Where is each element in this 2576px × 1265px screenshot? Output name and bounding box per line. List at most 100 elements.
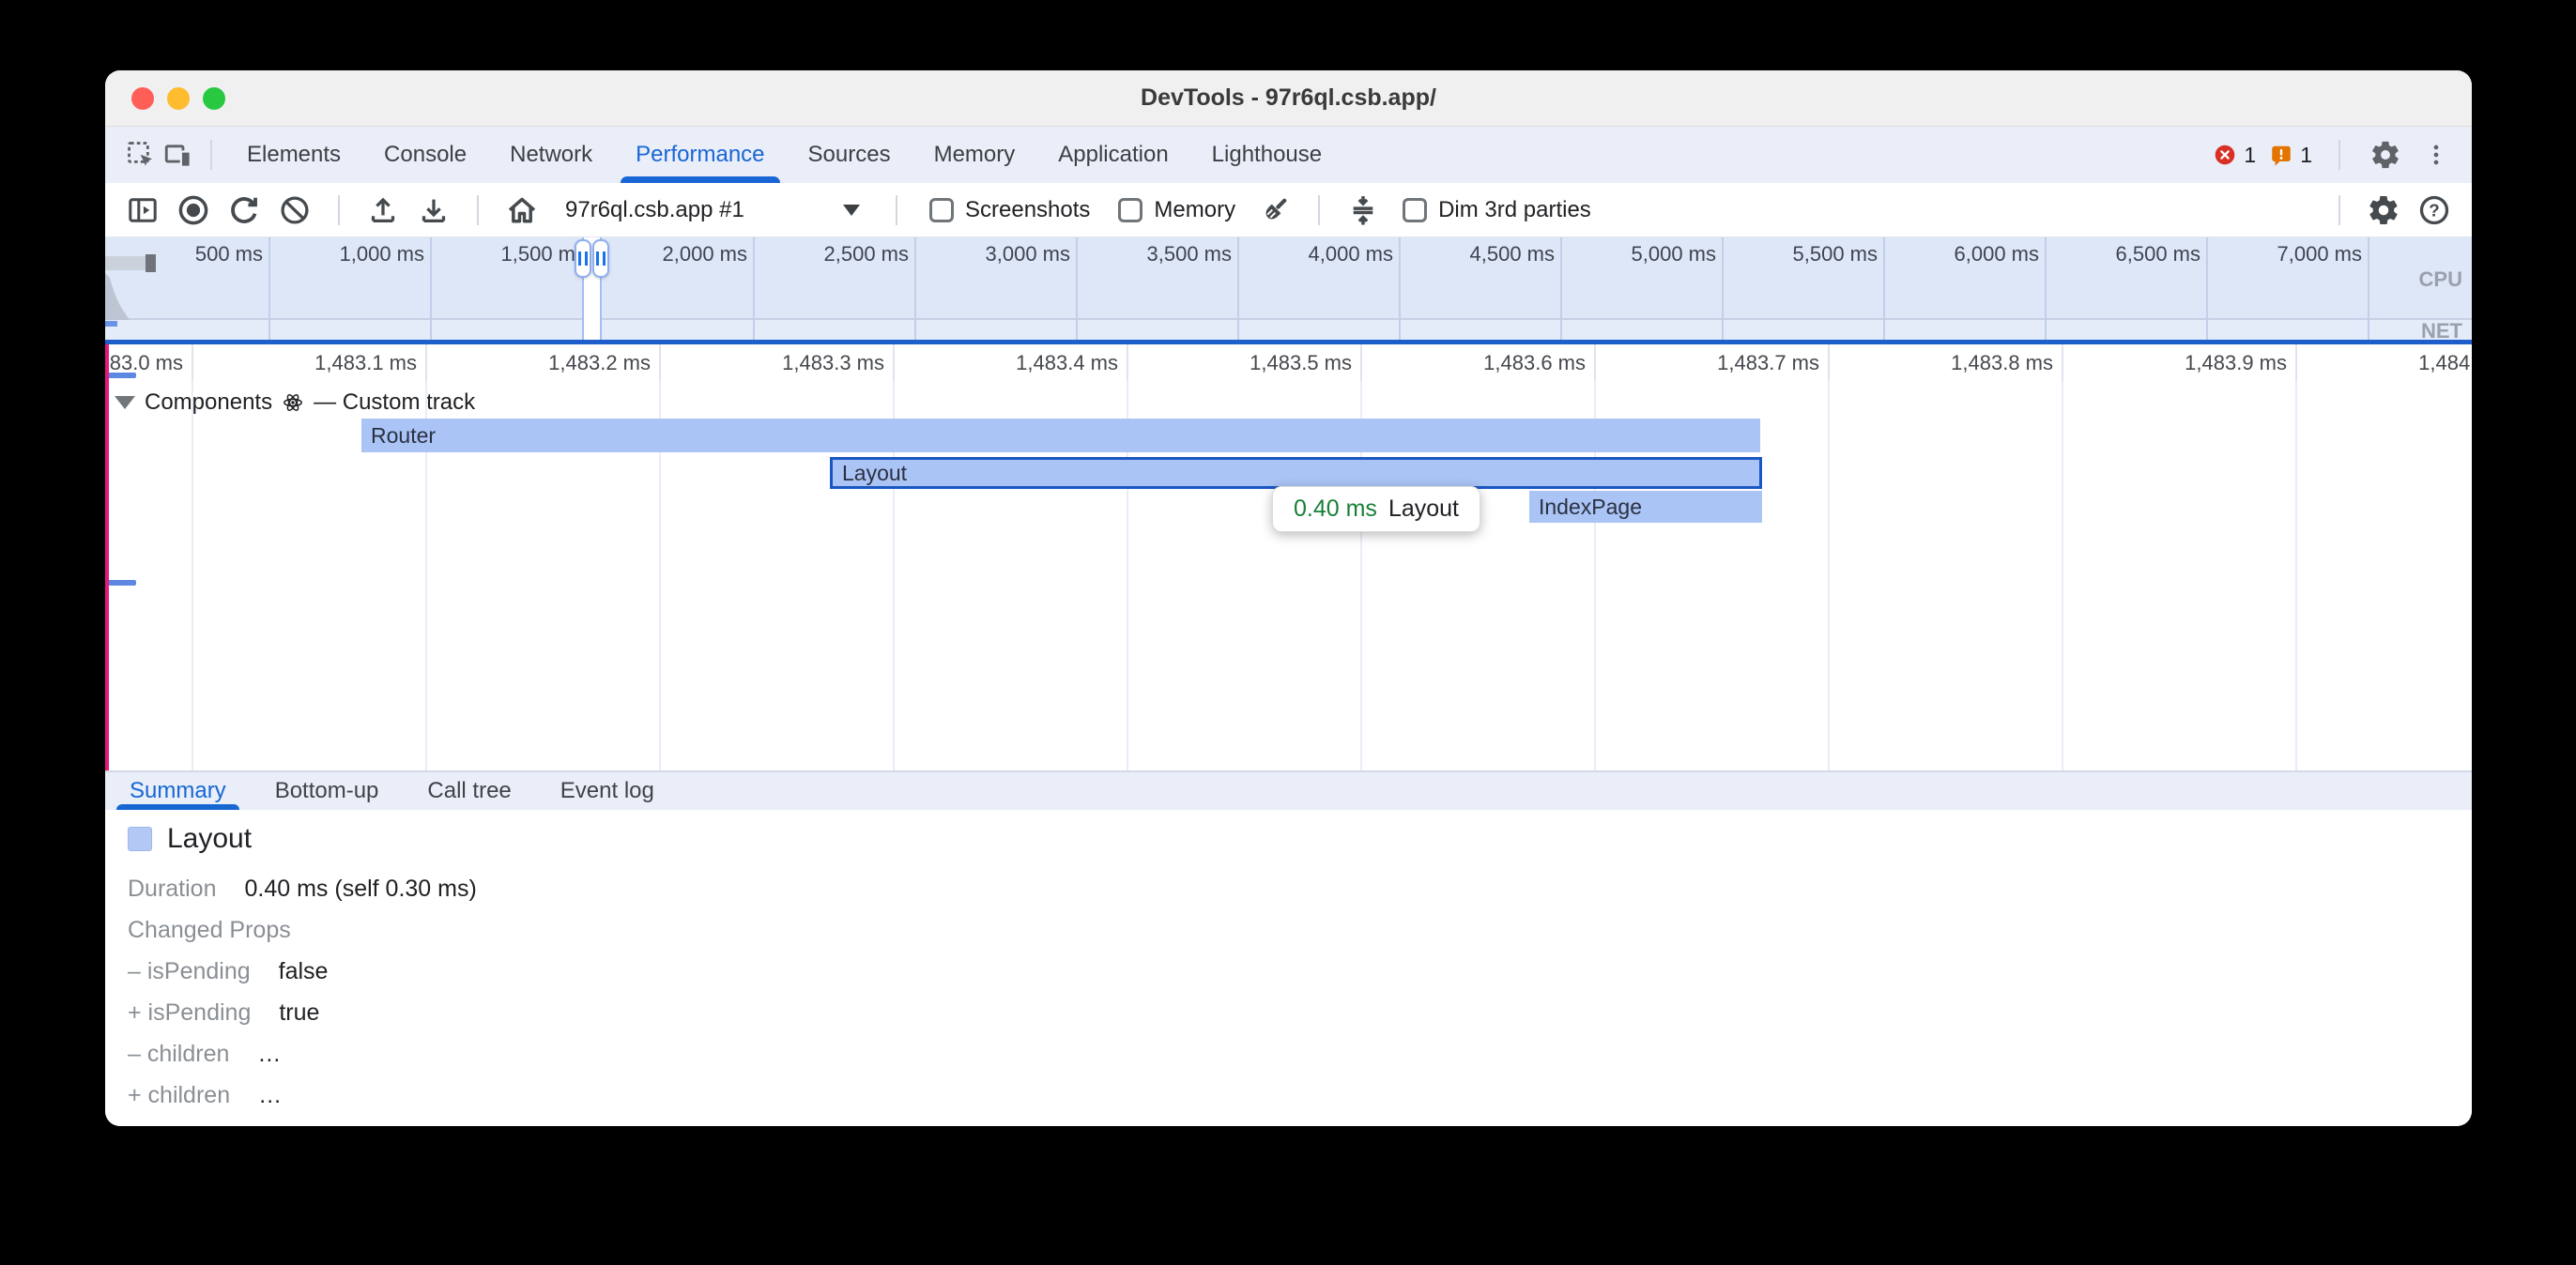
ruler-gridline <box>2295 344 2297 381</box>
detail-time-ruler: 1,483.0 ms1,483.1 ms1,483.2 ms1,483.3 ms… <box>105 344 2472 381</box>
summary-row-value: true <box>279 999 319 1027</box>
summary-row-label: Changed Props <box>128 917 291 944</box>
selection-right-grip[interactable] <box>592 239 609 278</box>
summary-row: Changed Props <box>128 909 2472 951</box>
dim-3rd-parties-label: Dim 3rd parties <box>1438 197 1591 223</box>
details-tab-call-tree[interactable]: Call tree <box>427 772 511 810</box>
upload-profile-icon[interactable] <box>362 190 404 231</box>
minimap-gridline <box>2045 237 2047 340</box>
divider <box>338 195 340 225</box>
minimap-gridline <box>914 237 916 340</box>
flame-gridline <box>1828 381 1830 770</box>
summary-row-value[interactable]: … <box>258 1082 282 1109</box>
flame-bar-router[interactable]: Router <box>361 419 1760 452</box>
minimap-gridline <box>753 237 755 340</box>
settings-gear-icon[interactable] <box>2367 136 2404 174</box>
devtools-window: DevTools - 97r6ql.csb.app/ ElementsConso… <box>105 70 2472 1126</box>
tab-elements[interactable]: Elements <box>247 127 341 183</box>
history-selector[interactable]: 97r6ql.csb.app #1 <box>558 197 867 223</box>
ruler-tick-label: 1,484.0 ms <box>2418 351 2472 375</box>
details-tabbar: Summary Bottom-up Call tree Event log <box>105 770 2472 810</box>
minimap-network-request <box>105 321 117 327</box>
collect-garbage-icon[interactable] <box>1254 190 1296 231</box>
ruler-tick-label: 1,483.1 ms <box>314 351 417 375</box>
minimap-gridline <box>1237 237 1239 340</box>
show-sidebar-icon[interactable] <box>122 190 163 231</box>
ruler-tick-label: 1,483.7 ms <box>1717 351 1819 375</box>
minimap-cpu-activity <box>105 273 130 320</box>
summary-row-value: false <box>279 958 329 985</box>
minimap-gridline <box>2206 237 2208 340</box>
minimap-tick-label: 6,000 ms <box>1955 242 2040 267</box>
tab-network[interactable]: Network <box>510 127 592 183</box>
summary-row-label: – isPending <box>128 958 251 985</box>
record-button[interactable] <box>173 190 214 231</box>
minimap-gridline <box>1399 237 1401 340</box>
tab-lighthouse[interactable]: Lighthouse <box>1212 127 1322 183</box>
minimap-gridline <box>1076 237 1078 340</box>
tab-sources[interactable]: Sources <box>808 127 891 183</box>
summary-row-label: Duration <box>128 876 217 903</box>
live-metrics-home-icon[interactable] <box>501 190 543 231</box>
summary-row: + isPendingtrue <box>128 992 2472 1033</box>
selection-left-grip[interactable] <box>575 239 591 278</box>
flame-bar-indexpage[interactable]: IndexPage <box>1529 491 1762 523</box>
download-profile-icon[interactable] <box>413 190 454 231</box>
collapse-tracks-icon[interactable] <box>1342 190 1384 231</box>
issues-badge[interactable]: 1 <box>2269 143 2312 168</box>
tab-memory[interactable]: Memory <box>934 127 1016 183</box>
details-tab-event-log[interactable]: Event log <box>560 772 654 810</box>
memory-checkbox[interactable] <box>1118 198 1142 222</box>
minimap-tick-label: 3,500 ms <box>1147 242 1233 267</box>
event-tooltip: 0.40 ms Layout <box>1272 486 1480 532</box>
timeline-minimap[interactable]: CPU NET 500 ms1,000 ms1,500 ms2,000 ms2,… <box>105 236 2472 340</box>
ruler-gridline <box>1594 344 1596 381</box>
details-tab-summary[interactable]: Summary <box>130 772 226 810</box>
collapse-track-triangle-icon[interactable] <box>115 396 135 409</box>
issue-count: 1 <box>2300 143 2312 168</box>
track-suffix: — Custom track <box>314 389 475 416</box>
clear-button[interactable] <box>274 190 315 231</box>
minimap-tick-label: 2,000 ms <box>663 242 748 267</box>
cpu-lane-label: CPU <box>2419 267 2462 292</box>
minimap-tick-label: 3,000 ms <box>986 242 1071 267</box>
more-options-icon[interactable] <box>2417 136 2455 174</box>
screenshots-checkbox[interactable] <box>929 198 954 222</box>
minimap-gridline <box>2368 237 2369 340</box>
minimap-tick-label: 500 ms <box>195 242 263 267</box>
summary-row-value[interactable]: … <box>257 1041 281 1068</box>
minimap-tick-label: 5,500 ms <box>1793 242 1878 267</box>
minimap-tick-label: 6,500 ms <box>2116 242 2201 267</box>
tooltip-duration: 0.40 ms <box>1294 495 1377 523</box>
tab-console[interactable]: Console <box>384 127 467 183</box>
minimap-tick-label: 2,500 ms <box>824 242 910 267</box>
summary-row-value: 0.40 ms (self 0.30 ms) <box>245 876 477 903</box>
custom-track-header: Components — Custom track <box>115 389 475 416</box>
tabbar-right: 1 1 <box>2213 136 2455 174</box>
device-toolbar-icon[interactable] <box>160 136 197 174</box>
ruler-gridline <box>893 344 895 381</box>
details-tab-bottom-up[interactable]: Bottom-up <box>275 772 379 810</box>
dim-3rd-parties-option: Dim 3rd parties <box>1403 197 1591 223</box>
minimap-selection-window[interactable] <box>582 237 602 340</box>
ruler-gridline <box>192 344 193 381</box>
tab-application[interactable]: Application <box>1058 127 1168 183</box>
inspect-element-icon[interactable] <box>122 136 160 174</box>
minimap-tick-label: 7,000 ms <box>2277 242 2363 267</box>
minimap-tick-label: 1,000 ms <box>340 242 425 267</box>
tab-performance[interactable]: Performance <box>636 127 764 183</box>
capture-settings-gear-icon[interactable] <box>2363 190 2404 231</box>
history-selector-value: 97r6ql.csb.app #1 <box>565 197 744 223</box>
summary-title-row: Layout <box>128 823 2472 855</box>
flame-bar-layout[interactable]: Layout <box>830 457 1762 489</box>
trace-start-marker <box>105 344 109 770</box>
flame-gridline <box>2295 381 2297 770</box>
flame-chart[interactable]: Components — Custom track Router LayoutIn… <box>105 381 2472 770</box>
record-and-reload-button[interactable] <box>223 190 265 231</box>
console-errors-badge[interactable]: 1 <box>2213 143 2256 168</box>
minimap-tick-label: 1,500 ms <box>501 242 587 267</box>
help-icon[interactable]: ? <box>2414 190 2455 231</box>
minimap-left-handle-knob[interactable] <box>146 254 156 272</box>
summary-row: – children… <box>128 1033 2472 1074</box>
dim-3rd-parties-checkbox[interactable] <box>1403 198 1427 222</box>
